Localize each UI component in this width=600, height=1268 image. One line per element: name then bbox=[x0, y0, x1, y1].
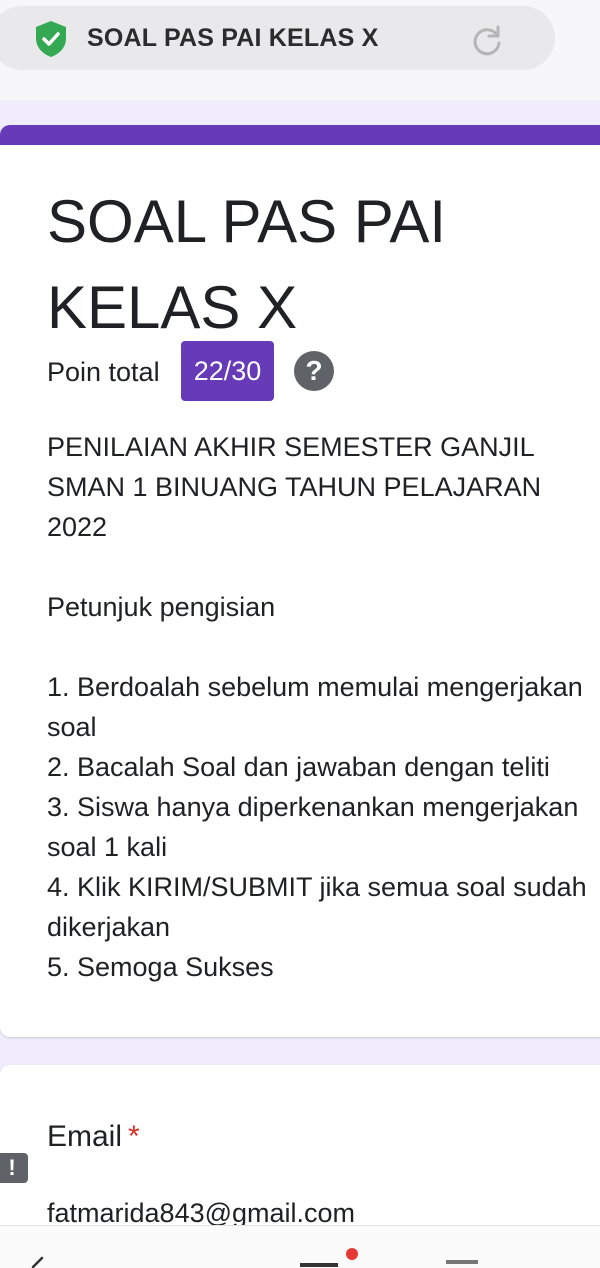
form-description: PENILAIAN AKHIR SEMESTER GANJIL SMAN 1 B… bbox=[47, 427, 592, 987]
browser-top-bar: SOAL PAS PAI KELAS X bbox=[0, 0, 600, 100]
system-navigation-bar bbox=[0, 1225, 600, 1268]
description-intro: PENILAIAN AKHIR SEMESTER GANJIL SMAN 1 B… bbox=[47, 432, 542, 542]
instruction-item: 5. Semoga Sukses bbox=[47, 952, 274, 982]
form-title: SOAL PAS PAI KELAS X bbox=[47, 188, 447, 341]
home-icon[interactable] bbox=[300, 1263, 338, 1267]
form-header-card: SOAL PAS PAI KELAS X Poin total 22/30 ? … bbox=[0, 125, 600, 1037]
email-label: Email * bbox=[47, 1120, 140, 1154]
shield-check-icon bbox=[36, 21, 66, 57]
page-tab-title: SOAL PAS PAI KELAS X bbox=[87, 24, 379, 52]
recents-icon[interactable] bbox=[446, 1260, 478, 1264]
back-icon[interactable] bbox=[30, 1256, 44, 1268]
points-label: Poin total bbox=[47, 357, 160, 387]
help-icon[interactable]: ? bbox=[294, 351, 334, 391]
card-accent-bar bbox=[0, 125, 600, 145]
address-bar[interactable]: SOAL PAS PAI KELAS X bbox=[0, 6, 555, 70]
points-badge: 22/30 bbox=[181, 341, 274, 401]
instructions-heading: Petunjuk pengisian bbox=[47, 592, 276, 622]
points-row: Poin total 22/30 ? bbox=[47, 341, 447, 401]
notification-dot-icon bbox=[346, 1248, 358, 1260]
reload-icon[interactable] bbox=[470, 24, 504, 58]
instruction-item: 3. Siswa hanya diperkenankan mengerjakan… bbox=[47, 792, 579, 862]
alert-icon: ! bbox=[0, 1153, 28, 1183]
instruction-item: 4. Klik KIRIM/SUBMIT jika semua soal sud… bbox=[47, 872, 587, 942]
email-label-text: Email bbox=[47, 1120, 123, 1153]
instruction-item: 1. Berdoalah sebelum memulai mengerjakan… bbox=[47, 672, 583, 742]
instruction-item: 2. Bacalah Soal dan jawaban dengan telit… bbox=[47, 752, 550, 782]
required-mark: * bbox=[128, 1120, 140, 1153]
